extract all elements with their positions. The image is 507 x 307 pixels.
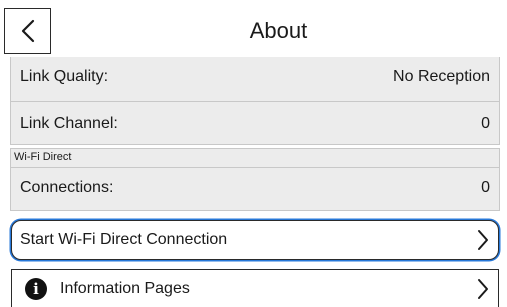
scroll-content[interactable]: Link Quality: No Reception Link Channel:…: [0, 57, 507, 307]
header-bar: About: [0, 0, 507, 56]
connections-value: 0: [481, 179, 490, 196]
about-screen: About Link Quality: No Reception Link Ch…: [0, 0, 507, 307]
wifi-direct-section-label: Wi-Fi Direct: [14, 151, 72, 163]
divider: [10, 101, 500, 102]
link-channel-label: Link Channel:: [20, 115, 118, 132]
start-wifi-direct-button[interactable]: Start Wi-Fi Direct Connection: [11, 220, 499, 260]
link-quality-label: Link Quality:: [20, 68, 109, 85]
back-button[interactable]: [4, 8, 51, 54]
link-quality-value: No Reception: [393, 68, 490, 85]
chevron-right-icon: [468, 278, 498, 300]
link-channel-row: Link Channel: 0: [20, 104, 500, 144]
chevron-right-icon: [468, 229, 498, 251]
connections-row: Connections: 0: [20, 168, 500, 208]
information-pages-button[interactable]: i Information Pages: [11, 269, 499, 307]
connections-label: Connections:: [20, 179, 114, 196]
information-pages-label: Information Pages: [60, 280, 190, 297]
link-quality-row: Link Quality: No Reception: [20, 57, 500, 97]
link-channel-value: 0: [481, 115, 490, 132]
page-title: About: [249, 18, 308, 43]
chevron-left-icon: [21, 19, 35, 43]
start-wifi-direct-label: Start Wi-Fi Direct Connection: [20, 231, 228, 248]
info-icon: i: [25, 278, 47, 300]
